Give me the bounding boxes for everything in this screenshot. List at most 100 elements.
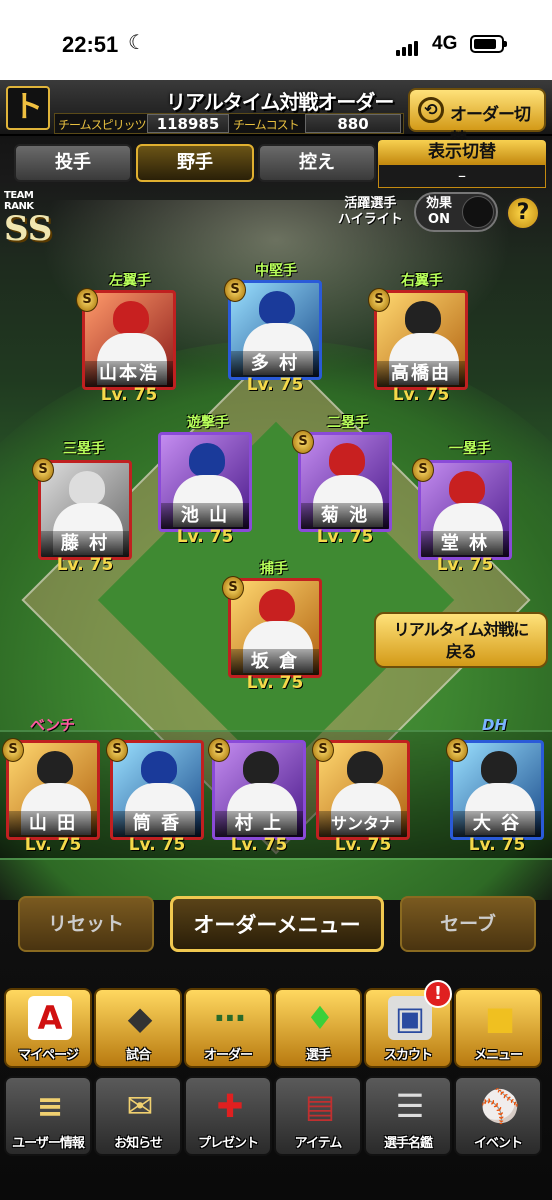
player-level: Lv. 75	[436, 555, 494, 575]
position-label: 右翼手	[401, 273, 443, 289]
status-bar: 22:51 ☾ 4G	[0, 0, 552, 80]
player-portrait	[449, 471, 485, 505]
order-switch-button[interactable]: ⟲ オーダー切替	[408, 88, 546, 150]
switch-arrows-icon: ⟲	[418, 97, 444, 123]
nav-news[interactable]: ✉ お知らせ	[94, 1076, 182, 1156]
nav-player-directory[interactable]: ☰ 選手名鑑	[364, 1076, 452, 1156]
player-portrait	[69, 471, 105, 505]
rarity-badge-icon: S	[292, 430, 314, 454]
highlight-label-line1: 活躍選手	[344, 196, 397, 211]
player-level: Lv. 75	[468, 835, 526, 855]
team-spirits-value: 118985	[147, 114, 229, 133]
rarity-badge-icon: S	[106, 738, 128, 762]
item-icon: ▤	[304, 1087, 336, 1125]
toggle-knob	[462, 196, 494, 228]
nav-label: 選手名鑑	[383, 1136, 433, 1151]
nav-event[interactable]: ⚾ イベント	[454, 1076, 542, 1156]
nav-user-info[interactable]: ≡ ユーザー情報	[4, 1076, 92, 1156]
player-name: 山本浩	[85, 361, 173, 387]
tab-bench[interactable]: 控え	[258, 144, 376, 182]
position-tabs: 投手 野手 控え 表示切替 –	[0, 140, 552, 188]
nav-order[interactable]: ⋯ オーダー	[184, 988, 272, 1068]
team-rank: TEAM RANK SS	[4, 190, 64, 246]
display-switch-button[interactable]: 表示切替 –	[378, 140, 546, 188]
display-switch-label: 表示切替	[378, 140, 546, 164]
nav-menu[interactable]: ■ メニュー	[454, 988, 542, 1068]
nav-label: 選手	[305, 1048, 331, 1063]
team-cost-label: チームコスト	[233, 118, 300, 132]
tab-fielders[interactable]: 野手	[136, 144, 254, 182]
player-level: Lv. 75	[24, 835, 82, 855]
player-level: Lv. 75	[230, 835, 288, 855]
tab-pitchers[interactable]: 投手	[14, 144, 132, 182]
player-level: Lv. 75	[56, 555, 114, 575]
gift-icon: ✚	[216, 1087, 244, 1125]
rarity-badge-icon: S	[208, 738, 230, 762]
player-portrait	[37, 751, 73, 785]
player-portrait	[141, 751, 177, 785]
dh-label: DH	[482, 716, 508, 734]
rarity-badge-icon: S	[446, 738, 468, 762]
bench-label: ベンチ	[30, 716, 76, 734]
nav-label: スカウト	[383, 1048, 433, 1063]
player-name: 菊 池	[301, 503, 389, 529]
player-portrait	[113, 301, 149, 335]
user-info-icon: ≡	[36, 1087, 64, 1125]
rarity-badge-icon: S	[2, 738, 24, 762]
player-portrait	[329, 443, 365, 477]
player-name: 筒 香	[113, 811, 201, 837]
nav-label: イベント	[473, 1136, 523, 1151]
player-name: 村 上	[215, 811, 303, 837]
player-card-shortstop[interactable]: 池 山	[158, 432, 252, 532]
mypage-icon: A	[28, 996, 72, 1040]
save-button[interactable]: セーブ	[400, 896, 536, 952]
team-logo-icon[interactable]: ト	[6, 86, 50, 130]
nav-label: マイページ	[18, 1048, 79, 1063]
reset-button[interactable]: リセット	[18, 896, 154, 952]
player-name: 山 田	[9, 811, 97, 837]
menu-icon: ■	[484, 999, 516, 1037]
order-screen: ト リアルタイム対戦オーダー チームスピリッツ 118985 チームコスト 88…	[0, 80, 552, 1200]
nav-label: オーダー	[203, 1048, 253, 1063]
position-label: 左翼手	[109, 273, 151, 289]
player-level: Lv. 75	[100, 385, 158, 405]
directory-icon: ☰	[395, 1087, 425, 1125]
scout-icon: ▣	[388, 996, 432, 1040]
effect-toggle[interactable]: 効果 ON	[414, 192, 498, 232]
back-button-line2: 戻る	[445, 642, 477, 661]
position-label: 一塁手	[449, 441, 491, 457]
nav-label: お知らせ	[114, 1136, 163, 1151]
effect-label: 効果	[426, 196, 453, 211]
display-switch-value: –	[378, 164, 546, 188]
player-name: 多 村	[231, 351, 319, 377]
player-portrait	[347, 751, 383, 785]
sub-nav: ≡ ユーザー情報 ✉ お知らせ ✚ プレゼント ▤ アイテム ☰ 選手名鑑 ⚾ …	[0, 1076, 552, 1160]
nav-label: プレゼント	[197, 1136, 259, 1151]
player-level: Lv. 75	[246, 375, 304, 395]
baseball-icon: ⚾	[480, 1087, 520, 1125]
nav-players[interactable]: ♦ 選手	[274, 988, 362, 1068]
nav-present[interactable]: ✚ プレゼント	[184, 1076, 272, 1156]
help-icon[interactable]: ?	[506, 196, 540, 230]
player-name: 大 谷	[453, 811, 541, 837]
page-title: リアルタイム対戦オーダー	[166, 90, 394, 114]
nav-label: アイテム	[294, 1136, 343, 1151]
player-portrait	[189, 443, 225, 477]
nav-mypage[interactable]: A マイページ	[4, 988, 92, 1068]
news-icon: ✉	[126, 1087, 154, 1125]
player-name: 池 山	[161, 503, 249, 529]
position-label: 捕手	[260, 561, 288, 577]
nav-match[interactable]: ◆ 試合	[94, 988, 182, 1068]
back-to-realtime-button[interactable]: リアルタイム対戦に 戻る	[374, 612, 548, 668]
team-cost-value: 880	[305, 114, 401, 133]
main-nav: A マイページ ◆ 試合 ⋯ オーダー ♦ 選手 ▣ スカウト ■ メニュー	[0, 988, 552, 1072]
position-label: 三塁手	[63, 441, 105, 457]
effect-toggle-label: 効果 ON	[426, 196, 452, 228]
nav-item[interactable]: ▤ アイテム	[274, 1076, 362, 1156]
player-portrait	[259, 589, 295, 623]
order-menu-button[interactable]: オーダーメニュー	[170, 896, 384, 952]
position-label: 遊撃手	[187, 415, 229, 431]
player-level: Lv. 75	[334, 835, 392, 855]
player-name: 坂 倉	[231, 649, 319, 675]
notification-badge: !	[424, 980, 452, 1008]
